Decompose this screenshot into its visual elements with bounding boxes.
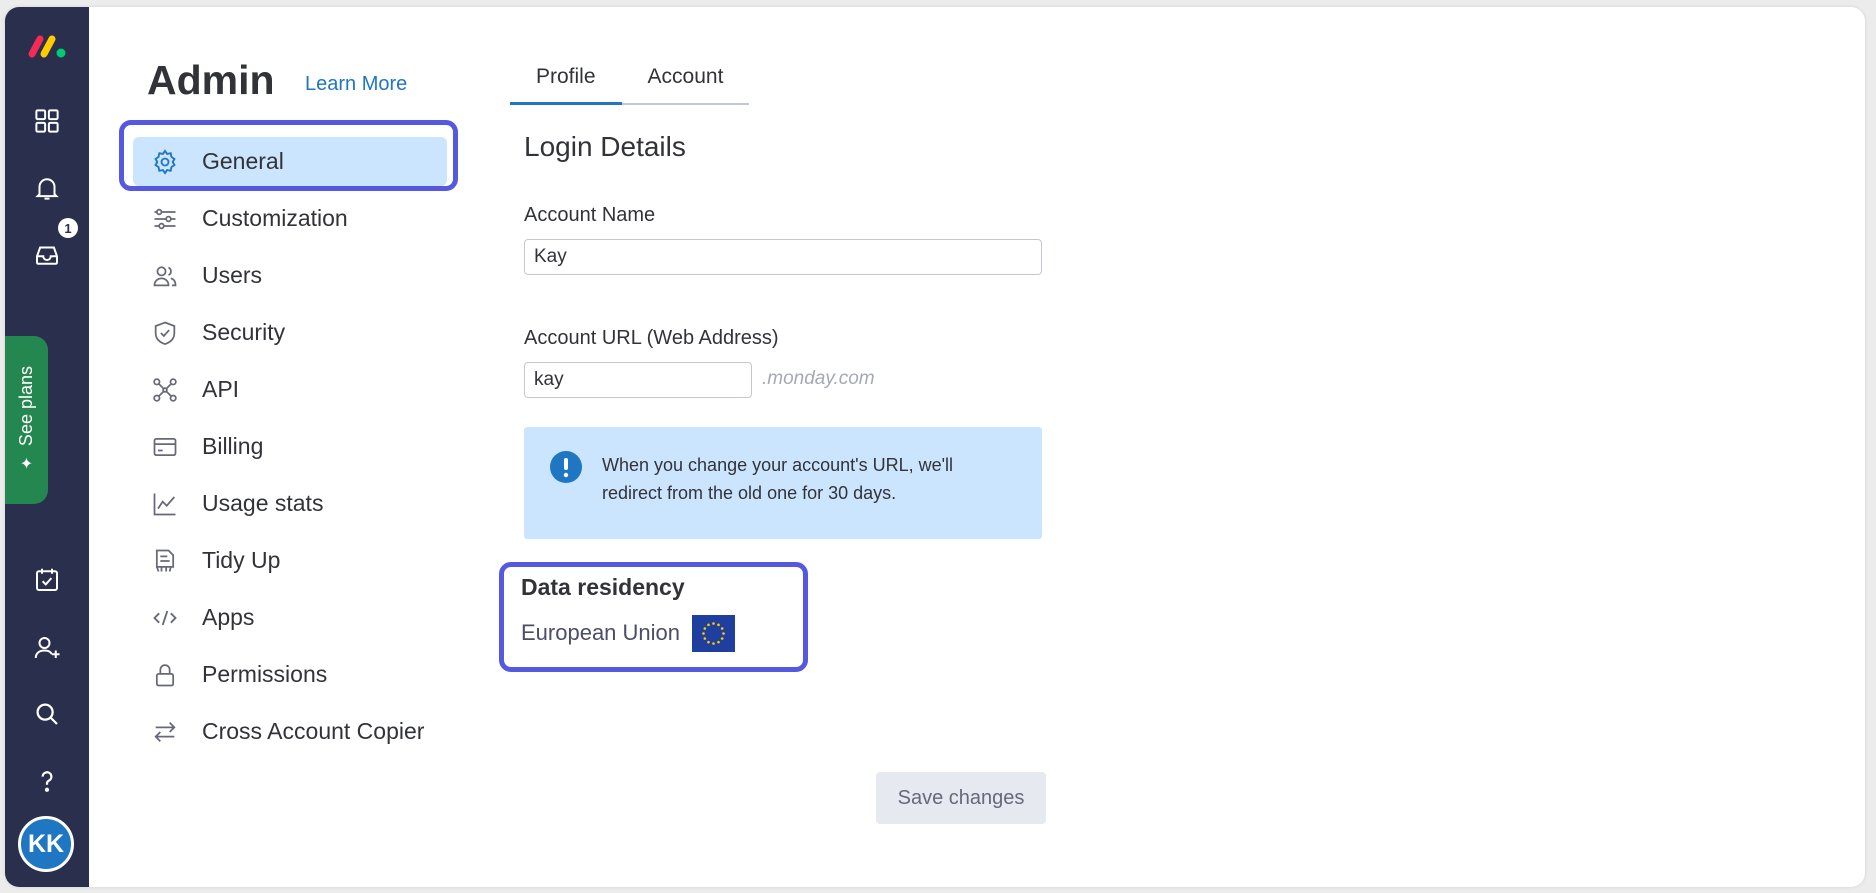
eu-star [712, 642, 715, 645]
menu-item-cross-account-copier[interactable]: Cross Account Copier [125, 703, 455, 760]
eu-star [707, 623, 710, 627]
data-residency-value: European Union [521, 620, 681, 645]
avatar[interactable]: KK [18, 816, 74, 872]
credit-card-icon [150, 432, 180, 462]
shield-icon [150, 318, 180, 348]
section-title: Login Details [524, 131, 686, 162]
menu-item-usage-stats[interactable]: Usage stats [125, 475, 455, 532]
general-highlight-box [119, 120, 458, 191]
users-icon [150, 261, 180, 291]
page-title: Admin [147, 57, 275, 103]
info-text: When you change your account's URL, we'l… [602, 455, 954, 503]
menu-item-label: Tidy Up [202, 547, 281, 573]
sliders-icon [150, 204, 180, 234]
eu-star [707, 640, 710, 644]
data-residency-title: Data residency [521, 574, 685, 600]
menu-item-label: Permissions [202, 661, 328, 687]
url-change-info-box: When you change your account's URL, we'l… [524, 427, 1042, 539]
eu-star [712, 622, 715, 625]
app-window: 1 See plans ✦ KK Admin Learn More Genera… [5, 7, 1865, 887]
menu-item-users[interactable]: Users [125, 247, 455, 304]
menu-item-api[interactable]: API [125, 361, 455, 418]
tab-profile[interactable]: Profile [510, 65, 622, 105]
invite-icon[interactable] [27, 628, 67, 668]
search-icon[interactable] [27, 694, 67, 734]
tab-account[interactable]: Account [622, 65, 750, 103]
api-icon [150, 375, 180, 405]
home-grid-icon[interactable] [27, 101, 67, 141]
account-name-label: Account Name [524, 204, 656, 226]
eu-star [720, 637, 724, 640]
eu-star [720, 627, 724, 630]
eu-star [703, 627, 707, 630]
my-work-icon[interactable] [27, 560, 67, 600]
menu-item-label: Security [202, 319, 286, 345]
tab-bar: Profile Account [510, 65, 750, 105]
menu-item-label: Users [202, 262, 263, 288]
eu-star [717, 640, 720, 644]
account-name-field[interactable] [524, 239, 1042, 275]
menu-item-label: Apps [202, 604, 255, 630]
menu-item-apps[interactable]: Apps [125, 589, 455, 646]
chart-icon [150, 489, 180, 519]
exclamation-icon [550, 451, 582, 483]
sparkle-icon: ✦ [19, 456, 34, 474]
eu-flag-icon [692, 615, 735, 652]
eu-star [703, 637, 707, 640]
notification-badge: 1 [58, 218, 78, 238]
monday-logo-icon[interactable] [27, 33, 69, 59]
menu-item-label: Usage stats [202, 490, 324, 516]
menu-item-label: API [202, 376, 240, 402]
eu-star [722, 632, 725, 635]
lock-icon [150, 660, 180, 690]
admin-menu: General Customization Users Security API… [125, 133, 455, 760]
menu-item-customization[interactable]: Customization [125, 190, 455, 247]
inbox-icon[interactable] [27, 235, 67, 275]
code-icon [150, 603, 180, 633]
save-button[interactable]: Save changes [876, 772, 1046, 824]
see-plans-label: See plans [16, 365, 36, 447]
menu-item-billing[interactable]: Billing [125, 418, 455, 475]
menu-item-tidy-up[interactable]: Tidy Up [125, 532, 455, 589]
account-url-label: Account URL (Web Address) [524, 327, 779, 349]
menu-item-permissions[interactable]: Permissions [125, 646, 455, 703]
bell-icon[interactable] [27, 168, 67, 208]
menu-item-label: Customization [202, 205, 348, 231]
tidy-icon [150, 546, 180, 576]
eu-star [702, 632, 705, 635]
account-url-field[interactable] [524, 362, 752, 398]
menu-item-label: Billing [202, 433, 264, 459]
help-icon[interactable] [27, 761, 67, 801]
menu-item-security[interactable]: Security [125, 304, 455, 361]
url-suffix: .monday.com [762, 368, 875, 389]
learn-more-link[interactable]: Learn More [305, 73, 407, 96]
menu-item-label: Cross Account Copier [202, 718, 425, 744]
left-rail: 1 See plans ✦ KK [5, 7, 89, 887]
see-plans-button[interactable]: See plans ✦ [5, 336, 48, 504]
arrows-icon [150, 717, 180, 747]
eu-star [717, 623, 720, 627]
